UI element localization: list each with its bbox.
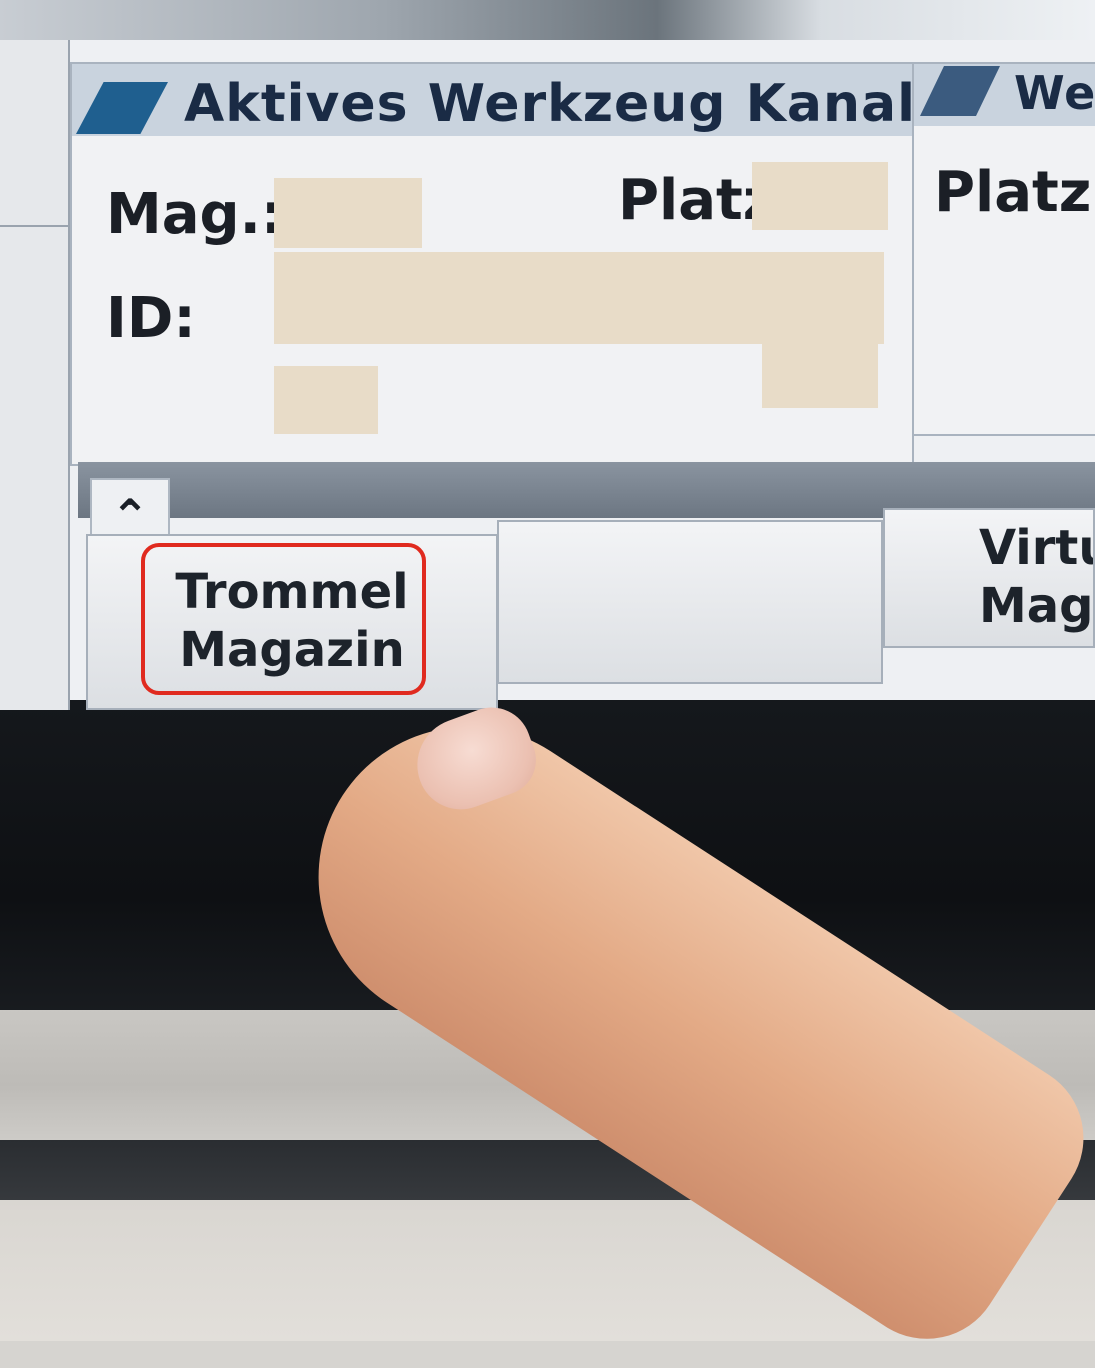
softkey-label-line2: Magazin: [179, 622, 405, 678]
second-tool-panel-title: Wer: [1014, 66, 1095, 120]
softkey-virtual-magazine[interactable]: Virtue Magaz: [883, 508, 1095, 648]
second-platz-label: Platz:: [934, 160, 1095, 225]
softkey-label-line2: Magaz: [979, 578, 1094, 634]
softkey-label-line1: Trommel: [175, 564, 409, 621]
mag-label: Mag.:: [106, 182, 284, 247]
softkey-blank[interactable]: [497, 520, 883, 684]
softkey-trommel-magazin[interactable]: Trommel Magazin: [86, 534, 498, 710]
platz-value-field: [752, 162, 888, 230]
header-wedge-icon: [920, 66, 1000, 116]
id-label: ID:: [106, 286, 196, 351]
left-strip-divider: [0, 225, 68, 227]
extra-value-field-right: [762, 340, 878, 408]
active-tool-panel-title: Aktives Werkzeug Kanal1: [184, 74, 954, 134]
left-strip: [0, 40, 70, 710]
active-tool-panel-header: Aktives Werkzeug Kanal1: [72, 64, 952, 136]
second-tool-panel-header: Wer: [914, 64, 1095, 126]
active-tool-panel: Aktives Werkzeug Kanal1 Mag.: Platz: ID:: [70, 62, 952, 466]
softkey-label-line1: Virtue: [979, 520, 1093, 577]
header-wedge-icon: [76, 82, 168, 134]
id-value-field: [274, 252, 884, 344]
extra-value-field-left: [274, 366, 378, 434]
mag-value-field: [274, 178, 422, 248]
second-tool-panel: Wer Platz:: [912, 62, 1095, 436]
